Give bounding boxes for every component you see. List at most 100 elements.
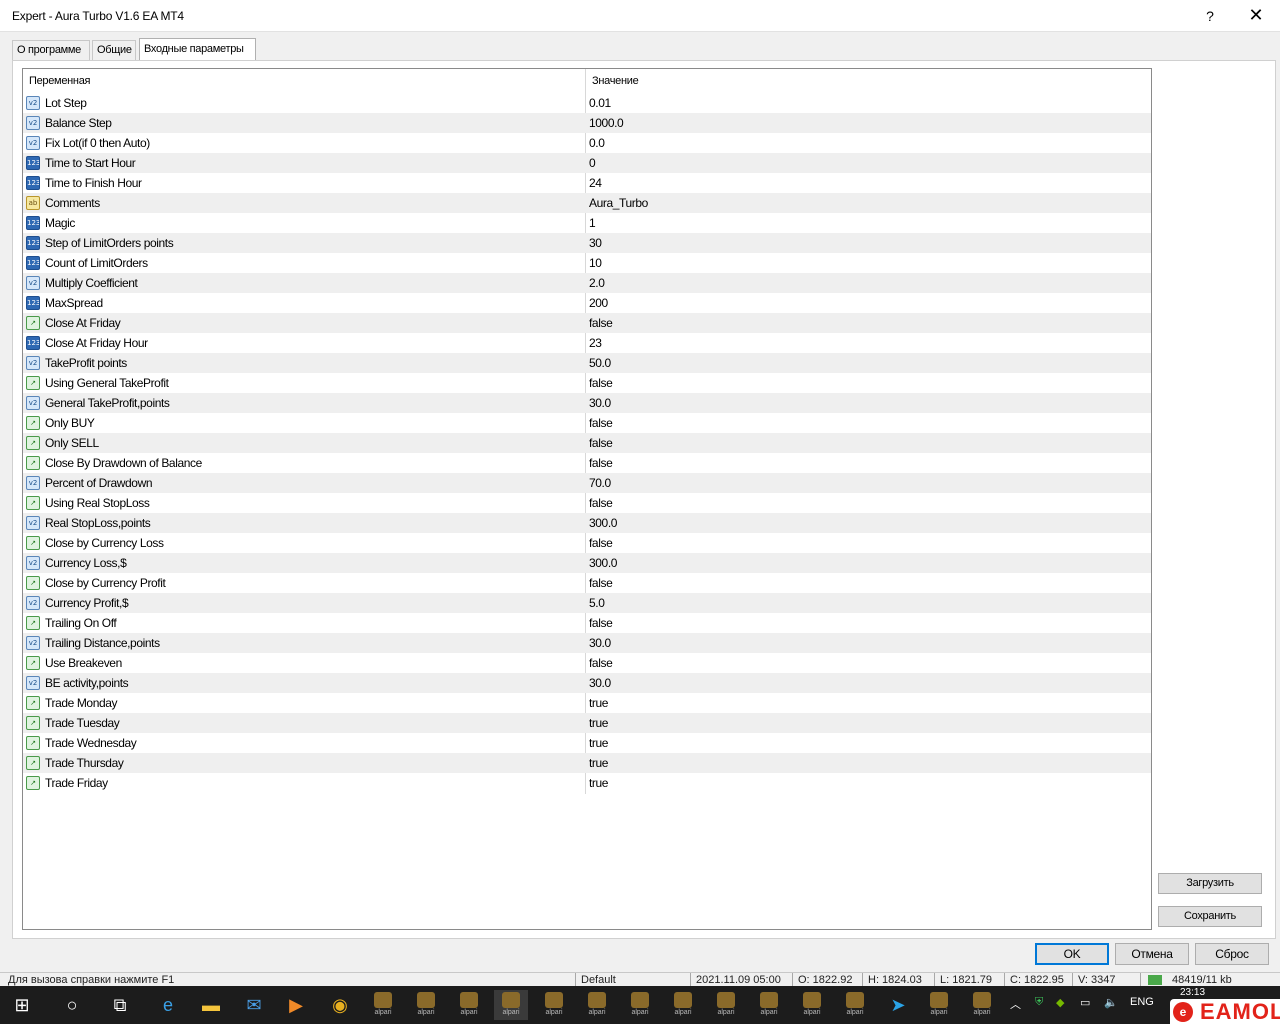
param-row[interactable]: v2 Currency Profit,$ 5.0 [23, 593, 1151, 613]
param-row[interactable]: v2 Lot Step 0.01 [23, 93, 1151, 113]
param-row[interactable]: ↗ Trailing On Off false [23, 613, 1151, 633]
tray-shield-icon[interactable]: ⛨ [1035, 996, 1043, 1009]
cancel-button[interactable]: Отмена [1115, 943, 1189, 965]
tray-chevron-icon[interactable]: ︿ [1010, 996, 1021, 1012]
param-row[interactable]: v2 Multiply Coefficient 2.0 [23, 273, 1151, 293]
param-value[interactable]: 2.0 [589, 276, 605, 290]
header-value[interactable]: Значение [592, 75, 639, 87]
param-row[interactable]: v2 Trailing Distance,points 30.0 [23, 633, 1151, 653]
param-value[interactable]: true [589, 756, 608, 770]
param-row[interactable]: 123 Step of LimitOrders points 30 [23, 233, 1151, 253]
param-row[interactable]: ↗ Use Breakeven false [23, 653, 1151, 673]
tray-clock[interactable]: 23:13 [1180, 987, 1205, 998]
save-button[interactable]: Сохранить [1158, 906, 1262, 927]
tray-language[interactable]: ENG [1130, 996, 1154, 1008]
windows-start-icon[interactable]: ⊞ [5, 990, 39, 1020]
param-value[interactable]: false [589, 416, 613, 430]
param-value[interactable]: 200 [589, 296, 608, 310]
param-row[interactable]: v2 BE activity,points 30.0 [23, 673, 1151, 693]
alpari-terminal-button[interactable]: alpari [452, 990, 486, 1020]
tray-volume-icon[interactable]: 🔈 [1104, 996, 1118, 1009]
alpari-terminal-button[interactable]: alpari [838, 990, 872, 1020]
param-row[interactable]: ↗ Trade Monday true [23, 693, 1151, 713]
tab-about[interactable]: О программе [12, 40, 90, 60]
param-value[interactable]: 1000.0 [589, 116, 624, 130]
param-row[interactable]: ↗ Close At Friday false [23, 313, 1151, 333]
alpari-terminal-button[interactable]: alpari [409, 990, 443, 1020]
param-value[interactable]: 10 [589, 256, 602, 270]
param-row[interactable]: ↗ Trade Wednesday true [23, 733, 1151, 753]
tab-inputs[interactable]: Входные параметры [139, 38, 256, 60]
param-value[interactable]: 300.0 [589, 516, 617, 530]
load-button[interactable]: Загрузить [1158, 873, 1262, 894]
chrome-icon[interactable]: ◉ [323, 990, 357, 1020]
param-value[interactable]: false [589, 376, 613, 390]
param-value[interactable]: 30.0 [589, 676, 611, 690]
param-row[interactable]: v2 Fix Lot(if 0 then Auto) 0.0 [23, 133, 1151, 153]
param-row[interactable]: ↗ Close by Currency Loss false [23, 533, 1151, 553]
param-row[interactable]: ab Comments Aura_Turbo [23, 193, 1151, 213]
alpari-terminal-button[interactable]: alpari [494, 990, 528, 1020]
file-explorer-icon[interactable]: ▬ [194, 990, 228, 1020]
param-row[interactable]: ↗ Trade Friday true [23, 773, 1151, 793]
param-value[interactable]: false [589, 436, 613, 450]
header-variable[interactable]: Переменная [29, 75, 90, 87]
alpari-terminal-button[interactable]: alpari [922, 990, 956, 1020]
alpari-terminal-button[interactable]: alpari [795, 990, 829, 1020]
param-row[interactable]: v2 Real StopLoss,points 300.0 [23, 513, 1151, 533]
param-value[interactable]: 0.0 [589, 136, 605, 150]
param-row[interactable]: ↗ Trade Tuesday true [23, 713, 1151, 733]
param-row[interactable]: ↗ Using General TakeProfit false [23, 373, 1151, 393]
param-row[interactable]: v2 Percent of Drawdown 70.0 [23, 473, 1151, 493]
param-row[interactable]: v2 TakeProfit points 50.0 [23, 353, 1151, 373]
param-row[interactable]: ↗ Close by Currency Profit false [23, 573, 1151, 593]
param-value[interactable]: 30 [589, 236, 602, 250]
param-value[interactable]: 300.0 [589, 556, 617, 570]
param-row[interactable]: 123 Time to Start Hour 0 [23, 153, 1151, 173]
param-value[interactable]: true [589, 696, 608, 710]
tab-common[interactable]: Общие [92, 40, 136, 60]
param-value[interactable]: false [589, 316, 613, 330]
param-row[interactable]: ↗ Using Real StopLoss false [23, 493, 1151, 513]
param-value[interactable]: false [589, 536, 613, 550]
mail-icon[interactable]: ✉ [237, 990, 271, 1020]
param-row[interactable]: v2 Currency Loss,$ 300.0 [23, 553, 1151, 573]
param-value[interactable]: 0 [589, 156, 596, 170]
param-value[interactable]: 50.0 [589, 356, 611, 370]
param-row[interactable]: ↗ Only BUY false [23, 413, 1151, 433]
param-value[interactable]: 30.0 [589, 636, 611, 650]
param-value[interactable]: false [589, 576, 613, 590]
param-row[interactable]: ↗ Trade Thursday true [23, 753, 1151, 773]
alpari-terminal-button[interactable]: alpari [366, 990, 400, 1020]
alpari-terminal-button[interactable]: alpari [709, 990, 743, 1020]
tray-nvidia-icon[interactable]: ◆ [1056, 996, 1064, 1009]
param-value[interactable]: 0.01 [589, 96, 611, 110]
edge-icon[interactable]: e [151, 990, 185, 1020]
param-row[interactable]: 123 Close At Friday Hour 23 [23, 333, 1151, 353]
tray-network-icon[interactable]: ▭ [1080, 996, 1090, 1009]
task-view-icon[interactable]: ⧉ [103, 990, 137, 1020]
alpari-terminal-button[interactable]: alpari [666, 990, 700, 1020]
close-button[interactable]: ✕ [1240, 4, 1272, 28]
param-row[interactable]: 123 Time to Finish Hour 24 [23, 173, 1151, 193]
param-row[interactable]: v2 General TakeProfit,points 30.0 [23, 393, 1151, 413]
param-row[interactable]: 123 Magic 1 [23, 213, 1151, 233]
param-value[interactable]: 5.0 [589, 596, 605, 610]
alpari-terminal-button[interactable]: alpari [537, 990, 571, 1020]
param-row[interactable]: ↗ Only SELL false [23, 433, 1151, 453]
param-value[interactable]: Aura_Turbo [589, 196, 648, 210]
alpari-terminal-button[interactable]: alpari [752, 990, 786, 1020]
param-value[interactable]: false [589, 456, 613, 470]
param-value[interactable]: true [589, 776, 608, 790]
param-value[interactable]: true [589, 736, 608, 750]
alpari-terminal-button[interactable]: alpari [580, 990, 614, 1020]
param-row[interactable]: ↗ Close By Drawdown of Balance false [23, 453, 1151, 473]
ok-button[interactable]: OK [1035, 943, 1109, 965]
param-value[interactable]: 23 [589, 336, 602, 350]
telegram-icon[interactable]: ➤ [881, 990, 915, 1020]
help-button[interactable]: ? [1196, 4, 1224, 28]
alpari-terminal-button[interactable]: alpari [623, 990, 657, 1020]
param-value[interactable]: 30.0 [589, 396, 611, 410]
media-player-icon[interactable]: ▶ [279, 990, 313, 1020]
inputs-table[interactable]: Переменная Значение v2 Lot Step 0.01 v2 Bala… [22, 68, 1152, 930]
